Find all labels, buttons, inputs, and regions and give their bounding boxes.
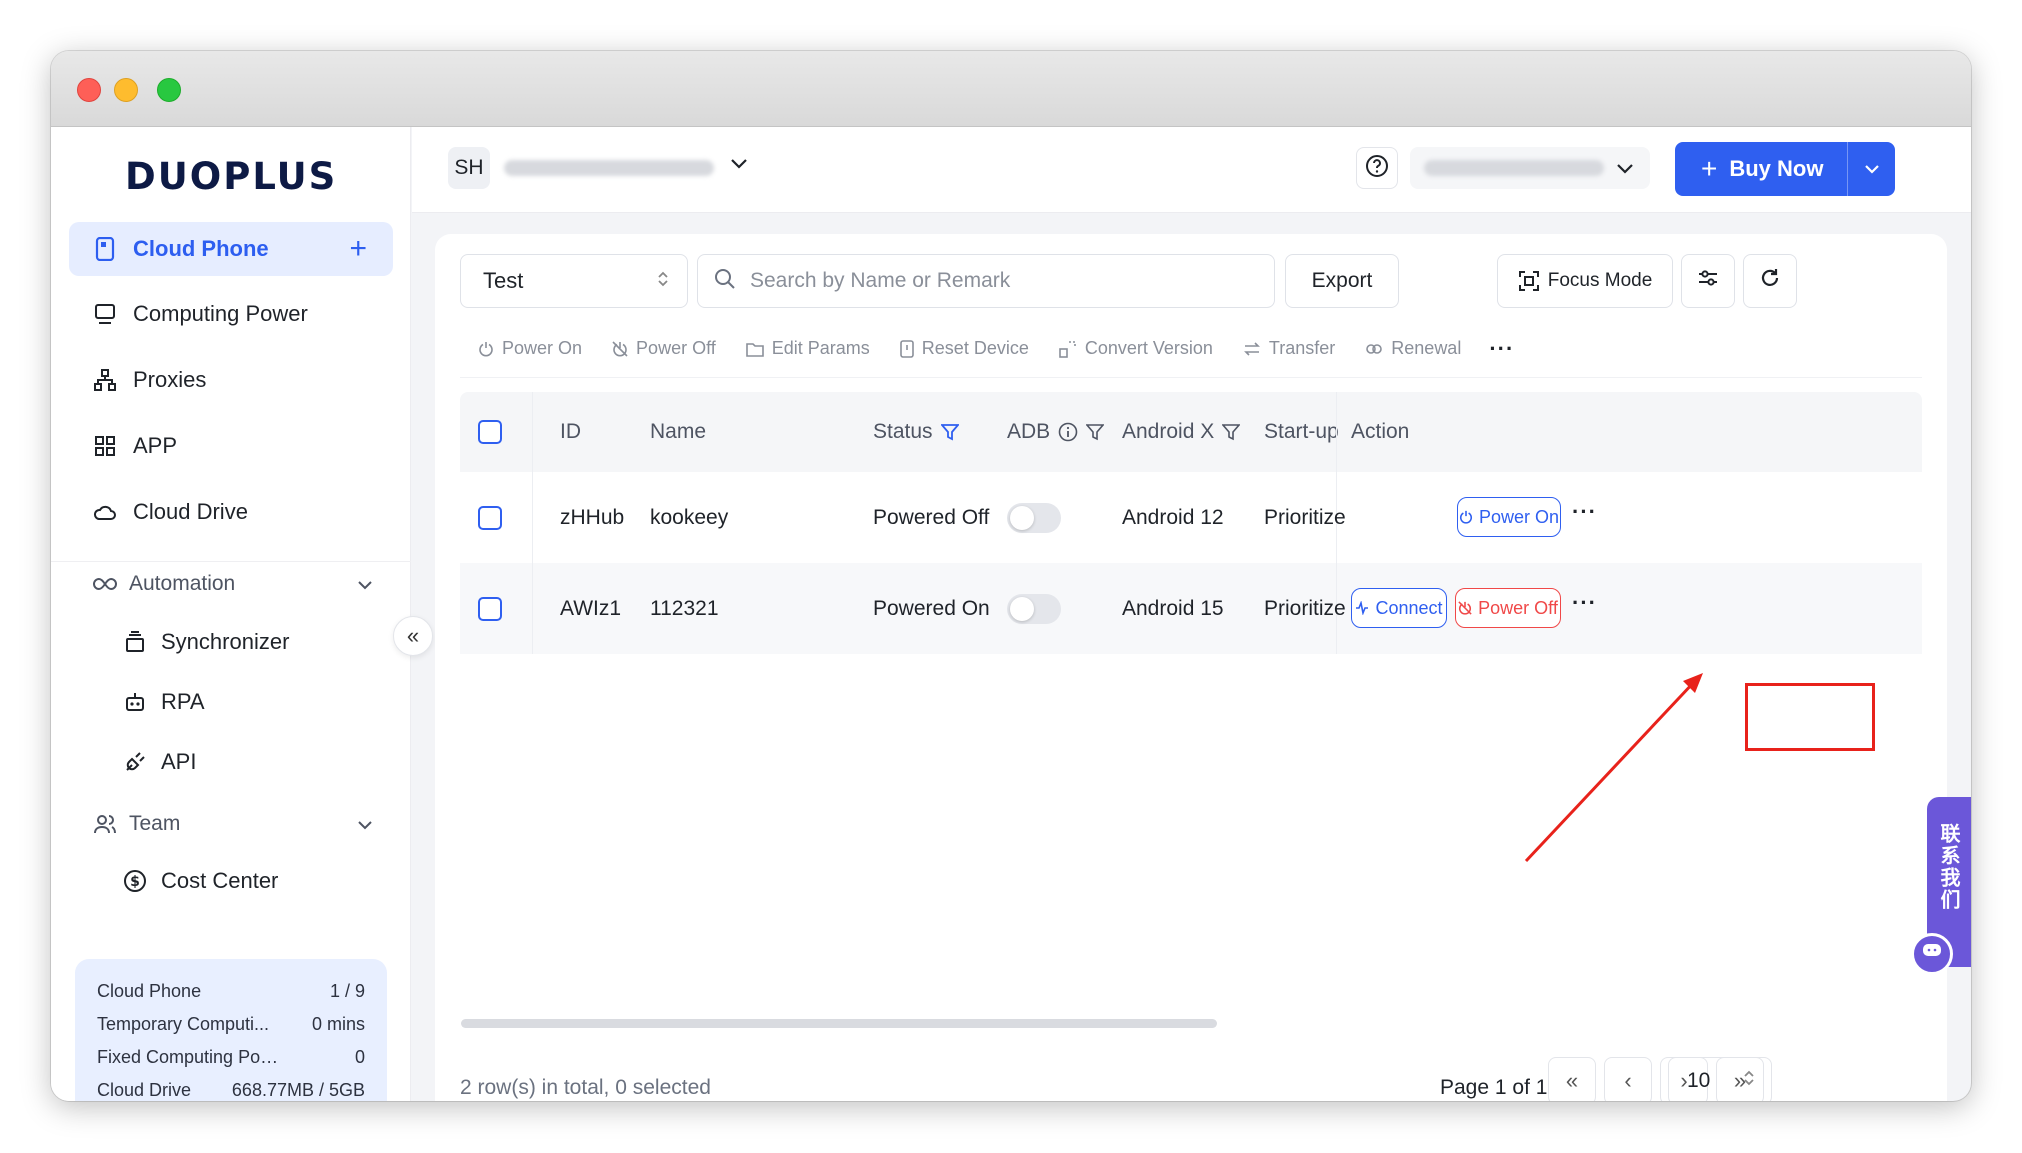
chat-icon xyxy=(1922,943,1942,966)
chat-button[interactable] xyxy=(1911,933,1953,975)
annotation-arrow xyxy=(1524,673,1703,863)
app-window: DUOPLUS Cloud Phone + Computing Power Pr… xyxy=(51,51,1971,1101)
contact-us-label: 联系我们 xyxy=(1937,823,1961,911)
